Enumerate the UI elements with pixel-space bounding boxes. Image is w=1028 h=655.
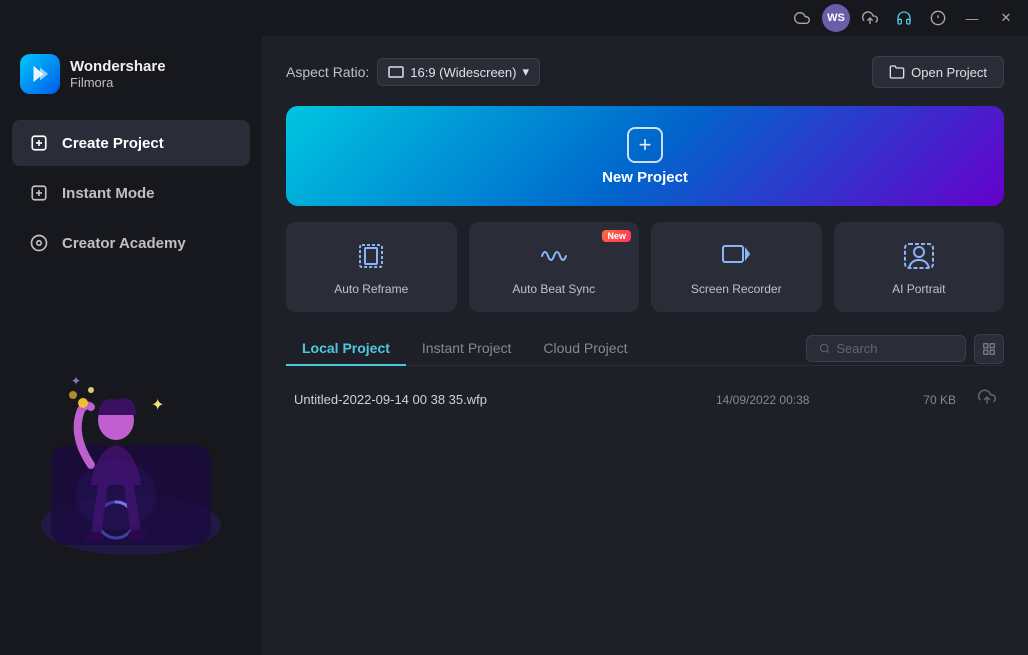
- logo-text: Wondershare Filmora: [70, 58, 166, 90]
- auto-beat-sync-label: Auto Beat Sync: [512, 282, 595, 296]
- cloud-icon[interactable]: [788, 4, 816, 32]
- grid-icon: [982, 342, 996, 356]
- nav-items: Create Project Instant Mode Creator Acad…: [0, 112, 262, 274]
- sidebar-item-create-project[interactable]: Create Project: [12, 120, 250, 166]
- tool-card-ai-portrait[interactable]: AI Portrait: [834, 222, 1005, 312]
- tool-card-screen-recorder[interactable]: Screen Recorder: [651, 222, 822, 312]
- search-input[interactable]: [836, 341, 953, 356]
- upload-icon[interactable]: [856, 4, 884, 32]
- search-box[interactable]: [806, 335, 966, 362]
- titlebar-icons: WS — ✕: [788, 4, 1020, 32]
- sidebar-illustration: ✦ ✦: [0, 274, 262, 655]
- svg-text:✦: ✦: [151, 397, 164, 414]
- screen-recorder-icon: [720, 238, 752, 274]
- main-layout: Wondershare Filmora Create Project Insta…: [0, 36, 1028, 655]
- titlebar: WS — ✕: [0, 0, 1028, 36]
- aspect-ratio-selector: Aspect Ratio: 16:9 (Widescreen) ▾: [286, 58, 540, 86]
- project-name: Untitled-2022-09-14 00 38 35.wfp: [294, 392, 716, 407]
- logo-subtitle: Filmora: [70, 75, 166, 90]
- aspect-ratio-label: Aspect Ratio:: [286, 64, 369, 80]
- sidebar: Wondershare Filmora Create Project Insta…: [0, 36, 262, 655]
- content-area: Aspect Ratio: 16:9 (Widescreen) ▾ Open P…: [262, 36, 1028, 655]
- create-project-icon: [28, 132, 50, 154]
- header-row: Aspect Ratio: 16:9 (Widescreen) ▾ Open P…: [286, 56, 1004, 88]
- aspect-ratio-dropdown[interactable]: 16:9 (Widescreen) ▾: [377, 58, 540, 86]
- tool-cards: Auto Reframe New Auto Beat Sync: [286, 222, 1004, 312]
- auto-reframe-label: Auto Reframe: [334, 282, 408, 296]
- aspect-ratio-value: 16:9 (Widescreen): [410, 65, 516, 80]
- project-tabs: Local Project Instant Project Cloud Proj…: [286, 332, 1004, 366]
- tab-cloud-project[interactable]: Cloud Project: [527, 332, 643, 366]
- project-list: Untitled-2022-09-14 00 38 35.wfp 14/09/2…: [286, 378, 1004, 635]
- logo-area: Wondershare Filmora: [0, 36, 262, 112]
- info-icon[interactable]: [924, 4, 952, 32]
- sidebar-item-instant-mode[interactable]: Instant Mode: [12, 170, 250, 216]
- svg-text:✦: ✦: [71, 374, 81, 388]
- screen-recorder-label: Screen Recorder: [691, 282, 782, 296]
- logo-title: Wondershare: [70, 58, 166, 75]
- tab-instant-project[interactable]: Instant Project: [406, 332, 528, 366]
- creator-academy-label: Creator Academy: [62, 235, 186, 252]
- instant-mode-label: Instant Mode: [62, 185, 155, 202]
- project-date: 14/09/2022 00:38: [716, 393, 876, 407]
- app-logo: [20, 54, 60, 94]
- open-project-label: Open Project: [911, 65, 987, 80]
- new-project-banner[interactable]: + New Project: [286, 106, 1004, 206]
- grid-view-button[interactable]: [974, 334, 1004, 364]
- user-avatar-icon[interactable]: WS: [822, 4, 850, 32]
- ai-portrait-label: AI Portrait: [892, 282, 945, 296]
- headphone-icon[interactable]: [890, 4, 918, 32]
- auto-beat-sync-icon: [538, 238, 570, 274]
- tool-card-auto-beat-sync[interactable]: New Auto Beat Sync: [469, 222, 640, 312]
- sidebar-item-creator-academy[interactable]: Creator Academy: [12, 220, 250, 266]
- open-project-button[interactable]: Open Project: [872, 56, 1004, 88]
- new-badge: New: [602, 230, 631, 242]
- create-project-label: Create Project: [62, 135, 164, 152]
- new-project-plus-icon: +: [627, 127, 663, 163]
- minimize-button[interactable]: —: [958, 4, 986, 32]
- ai-portrait-icon: [903, 238, 935, 274]
- project-upload-button[interactable]: [956, 388, 996, 411]
- instant-mode-icon: [28, 182, 50, 204]
- creator-academy-icon: [28, 232, 50, 254]
- table-row[interactable]: Untitled-2022-09-14 00 38 35.wfp 14/09/2…: [286, 378, 1004, 421]
- new-project-label: New Project: [602, 169, 688, 186]
- search-icon: [819, 342, 830, 355]
- project-size: 70 KB: [876, 393, 956, 407]
- tool-card-auto-reframe[interactable]: Auto Reframe: [286, 222, 457, 312]
- upload-icon: [978, 388, 996, 411]
- auto-reframe-icon: [355, 238, 387, 274]
- tab-local-project[interactable]: Local Project: [286, 332, 406, 366]
- close-button[interactable]: ✕: [992, 4, 1020, 32]
- dropdown-chevron-icon: ▾: [522, 64, 529, 80]
- tab-actions: [806, 334, 1004, 364]
